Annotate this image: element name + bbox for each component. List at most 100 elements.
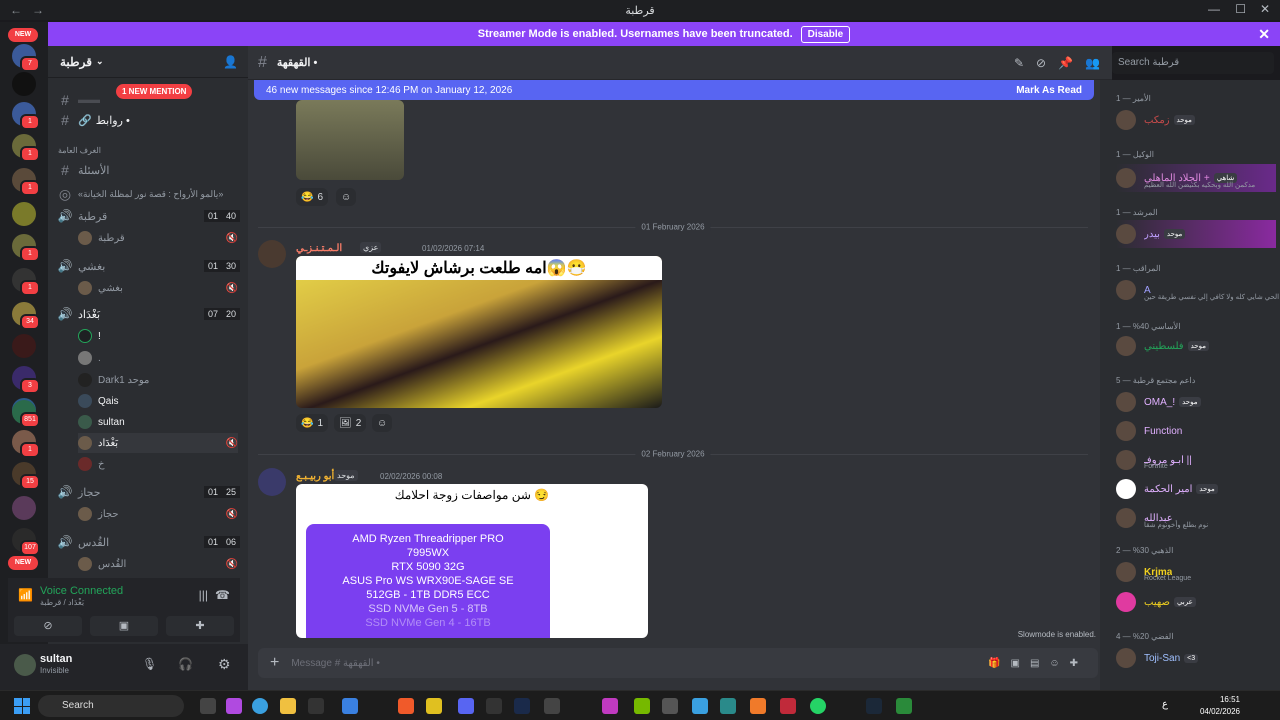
voice-user[interactable]: sultan — [78, 412, 238, 432]
server-icon[interactable]: 107 — [12, 528, 40, 556]
mail-icon[interactable] — [662, 698, 678, 714]
screen-share-button[interactable]: ▣ — [90, 616, 158, 636]
gear-icon[interactable]: ⚙ — [218, 656, 231, 673]
microphone-icon[interactable]: 🎙 — [142, 657, 157, 671]
language-indicator[interactable]: ع — [1162, 699, 1168, 710]
avatar[interactable] — [14, 654, 36, 676]
server-icon[interactable]: 15 — [12, 462, 40, 490]
member[interactable]: أمير الحكمة موحد — [1116, 475, 1276, 503]
composer-tools[interactable]: 🎁▣▤☺✚ — [988, 658, 1088, 669]
member[interactable]: عبدالله نوم بطلع وأخونوم شقا — [1116, 504, 1276, 532]
meme-image[interactable]: امه طلعت برشاش لايفوتك😱😷 — [296, 256, 662, 408]
channel-item-links[interactable]: # 🔗 روابط • — [56, 110, 240, 130]
activities-button[interactable]: ✚ — [166, 616, 234, 636]
server-icon[interactable] — [12, 72, 36, 96]
voice-user[interactable]: Dark1 موحد — [78, 370, 238, 390]
voice-user[interactable]: القُدس 🔇 — [78, 554, 238, 574]
voice-user[interactable]: Qais — [78, 391, 238, 411]
username[interactable]: sultan — [40, 653, 72, 665]
voice-user[interactable]: حجاز 🔇 — [78, 504, 238, 524]
disable-button[interactable]: Disable — [800, 25, 851, 43]
avatar[interactable] — [258, 240, 286, 268]
app-icon[interactable] — [544, 698, 560, 714]
app-icon[interactable] — [896, 698, 912, 714]
plus-icon[interactable]: + — [270, 654, 279, 672]
server-icon[interactable]: 851 — [12, 400, 40, 428]
category-header[interactable]: الغرف العامة — [58, 146, 101, 155]
add-member-icon[interactable]: 👤 — [223, 55, 238, 69]
headphones-icon[interactable]: 🎧 — [178, 657, 193, 671]
app-icon[interactable] — [308, 698, 324, 714]
server-icon[interactable]: 7 — [12, 44, 40, 72]
signal-icon[interactable]: 📶 — [18, 588, 33, 602]
server-icon[interactable]: 1 — [12, 102, 40, 130]
voice-user[interactable]: ! — [78, 326, 238, 346]
server-icon[interactable]: 1 — [12, 268, 40, 296]
channel-item[interactable]: # الأسئلة — [56, 160, 240, 180]
member[interactable]: Toji-San <3 — [1116, 644, 1276, 672]
reaction[interactable]: 🖼 2 — [334, 414, 367, 432]
member[interactable]: Krjma Rocket League — [1116, 558, 1276, 586]
voice-channel[interactable]: 🔊 القُدس 01 06 — [56, 532, 240, 552]
server-icon[interactable]: 1 — [12, 234, 40, 262]
voice-channel[interactable]: 🔊 حجاز 01 25 — [56, 482, 240, 502]
search-input[interactable]: Search قرطبة — [1112, 52, 1274, 74]
photoshop-icon[interactable] — [514, 698, 530, 714]
server-icon[interactable]: 1 — [12, 430, 40, 458]
reaction[interactable]: 😂 1 — [296, 414, 329, 432]
app-icon[interactable] — [750, 698, 766, 714]
steam-icon[interactable] — [866, 698, 882, 714]
member[interactable]: صهيب عربي — [1116, 588, 1276, 616]
member[interactable]: OMA_! موحد — [1116, 388, 1276, 416]
member[interactable]: بيدر موحد — [1116, 220, 1276, 248]
voice-channel[interactable]: 🔊 قرطبة 01 40 — [56, 206, 240, 226]
voice-channel[interactable]: 🔊 بَغْدَاد 07 20 — [56, 304, 240, 324]
voice-channel[interactable]: 🔊 بغشي 01 30 — [56, 256, 240, 276]
voice-user[interactable]: خ — [78, 454, 238, 474]
server-icon[interactable]: 34 — [12, 302, 40, 330]
voice-user[interactable]: بَغْدَاد 🔇 — [78, 433, 238, 453]
member[interactable]: Function — [1116, 417, 1276, 445]
app-icon[interactable] — [200, 698, 216, 714]
member[interactable]: فلسطيني موحد — [1116, 332, 1276, 360]
spec-image[interactable]: شن مواصفات زوجة احلامك 😏 AMD Ryzen Threa… — [296, 484, 648, 638]
app-icon[interactable] — [692, 698, 708, 714]
server-icon[interactable]: 3 — [12, 366, 40, 394]
app-icon[interactable] — [602, 698, 618, 714]
add-reaction-button[interactable]: ☺ — [372, 414, 393, 432]
app-icon[interactable] — [426, 698, 442, 714]
whatsapp-icon[interactable] — [810, 698, 826, 714]
app-icon[interactable] — [780, 698, 796, 714]
windows-start-icon[interactable] — [14, 698, 30, 714]
app-icon[interactable] — [720, 698, 736, 714]
close-banner-icon[interactable]: ✕ — [1258, 26, 1270, 43]
app-icon[interactable] — [486, 698, 502, 714]
member[interactable]: ابـو مروفـ || Fortnite — [1116, 446, 1276, 474]
camera-button[interactable]: ⊘ — [14, 616, 82, 636]
member[interactable]: زمكب موحد — [1116, 106, 1276, 134]
brave-icon[interactable] — [398, 698, 414, 714]
chrome-icon[interactable] — [252, 698, 268, 714]
new-mention-badge[interactable]: 1 NEW MENTION — [116, 84, 193, 99]
close-window-icon[interactable]: ✕ — [1260, 2, 1270, 16]
server-icon[interactable] — [12, 334, 36, 358]
taskbar-search[interactable]: Search — [38, 695, 184, 717]
mark-as-read-button[interactable]: Mark As Read — [1016, 85, 1082, 96]
header-tools[interactable]: ✎⊘📌👥 — [1014, 56, 1112, 70]
add-reaction-button[interactable]: ☺ — [336, 188, 357, 206]
server-icon[interactable]: 1 — [12, 134, 40, 162]
maximize-icon[interactable]: ☐ — [1235, 2, 1246, 16]
message-author[interactable]: أبو ربيـبـع — [296, 471, 334, 482]
voice-user[interactable]: قرطبة 🔇 — [78, 228, 238, 248]
disconnect-icon[interactable]: ☎ — [215, 588, 230, 602]
server-icon[interactable] — [12, 202, 36, 226]
clock[interactable]: 16:51 04/02/2026 — [1200, 694, 1240, 718]
member[interactable]: A الحي شايي كله ولا كافي إلي نفسي طريقة ح… — [1116, 276, 1279, 304]
noise-suppression-icon[interactable]: ||| — [199, 588, 208, 602]
voice-status[interactable]: Voice Connected — [40, 585, 123, 597]
reaction[interactable]: 😂 6 — [296, 188, 329, 206]
app-icon[interactable] — [226, 698, 242, 714]
minimize-icon[interactable]: — — [1208, 2, 1220, 16]
guild-header[interactable]: قرطبة ⌄ 👤 — [48, 46, 248, 78]
app-icon[interactable] — [342, 698, 358, 714]
